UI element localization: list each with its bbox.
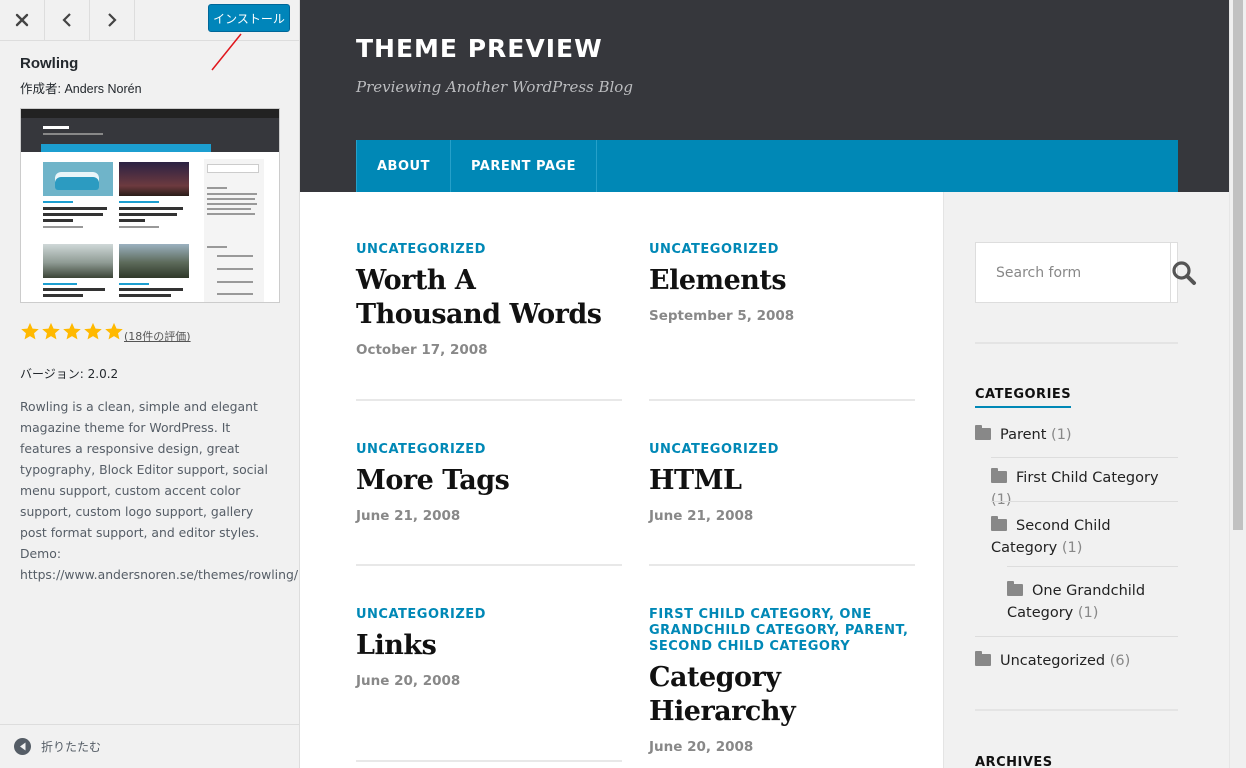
post-divider	[649, 564, 915, 566]
theme-description: Rowling is a clean, simple and elegant m…	[20, 399, 298, 582]
post-card: UNCATEGORIZED Links June 20, 2008	[356, 607, 622, 689]
archives-widget-title: ARCHIVES	[975, 755, 1053, 768]
post-date: June 21, 2008	[356, 508, 461, 524]
theme-preview-frame: THEME PREVIEW Previewing Another WordPre…	[300, 0, 1246, 768]
star-icon	[42, 322, 60, 340]
post-date: October 17, 2008	[356, 342, 488, 358]
post-card: FIRST CHILD CATEGORY, ONE GRANDCHILD CAT…	[649, 607, 919, 755]
site-header: THEME PREVIEW Previewing Another WordPre…	[300, 0, 1229, 192]
category-count: (1)	[1061, 540, 1083, 556]
post-title-link[interactable]: Elements	[649, 264, 915, 298]
post-category-link[interactable]: UNCATEGORIZED	[649, 442, 915, 458]
nav-item-about[interactable]: ABOUT	[356, 140, 450, 192]
category-item-uncategorized[interactable]: Uncategorized (6)	[975, 650, 1178, 672]
category-name[interactable]: Parent	[1000, 427, 1046, 443]
annotation-arrow-line	[211, 33, 242, 71]
category-count: (1)	[991, 492, 1012, 508]
star-icon	[105, 322, 123, 340]
site-description: Previewing Another WordPress Blog	[356, 78, 633, 96]
post-category-link[interactable]: UNCATEGORIZED	[649, 242, 915, 258]
category-divider	[975, 636, 1178, 637]
post-title-link[interactable]: More Tags	[356, 464, 622, 498]
post-divider	[356, 399, 622, 401]
post-title-link[interactable]: Category Hierarchy	[649, 661, 919, 729]
theme-screenshot	[20, 108, 280, 303]
chevron-left-icon	[62, 13, 71, 27]
theme-name: Rowling	[20, 55, 79, 72]
post-category-link[interactable]: UNCATEGORIZED	[356, 242, 622, 258]
post-divider	[649, 399, 915, 401]
category-name[interactable]: Second Child Category	[991, 518, 1111, 556]
site-title[interactable]: THEME PREVIEW	[356, 34, 603, 63]
search-button[interactable]	[1171, 243, 1197, 302]
category-item-grandchild[interactable]: One Grandchild Category (1)	[1007, 580, 1178, 624]
rating-count-link[interactable]: (18件の評価)	[124, 328, 191, 344]
theme-author: 作成者: Anders Norén	[20, 82, 142, 96]
collapse-sidebar-button[interactable]: 折りたたむ	[0, 724, 299, 768]
panel-header: インストール	[0, 0, 299, 41]
preview-scrollbar[interactable]	[1229, 0, 1246, 768]
category-divider	[1007, 566, 1178, 567]
close-button[interactable]	[0, 0, 45, 40]
rating-stars	[20, 322, 124, 341]
next-theme-button[interactable]	[90, 0, 135, 40]
category-name[interactable]: First Child Category	[1016, 470, 1159, 486]
post-title-link[interactable]: Links	[356, 629, 622, 663]
post-card: UNCATEGORIZED HTML June 21, 2008	[649, 442, 915, 524]
collapse-arrow-icon	[14, 738, 31, 755]
folder-icon	[1007, 581, 1023, 596]
scrollbar-thumb[interactable]	[1233, 0, 1243, 530]
post-title-link[interactable]: Worth A Thousand Words	[356, 264, 622, 332]
folder-icon	[975, 425, 991, 440]
widget-divider	[975, 709, 1178, 711]
install-button[interactable]: インストール	[208, 4, 290, 32]
customizer-panel: インストール Rowling 作成者: Anders Norén (18件の評価…	[0, 0, 300, 768]
post-date: June 20, 2008	[649, 739, 754, 755]
post-date: June 21, 2008	[649, 508, 754, 524]
post-divider	[356, 760, 622, 762]
search-input[interactable]	[976, 243, 1171, 302]
folder-icon	[991, 516, 1007, 531]
post-title-link[interactable]: HTML	[649, 464, 915, 498]
category-count: (1)	[1077, 605, 1099, 621]
star-icon	[63, 322, 81, 340]
post-category-link[interactable]: UNCATEGORIZED	[356, 607, 622, 623]
nav-item-parent-page[interactable]: PARENT PAGE	[449, 140, 597, 192]
post-category-link[interactable]: UNCATEGORIZED	[356, 442, 622, 458]
star-icon	[21, 322, 39, 340]
star-icon	[84, 322, 102, 340]
category-divider	[991, 457, 1178, 458]
post-date: September 5, 2008	[649, 308, 795, 324]
chevron-right-icon	[108, 13, 117, 27]
categories-widget-title: CATEGORIES	[975, 387, 1072, 408]
post-card: UNCATEGORIZED More Tags June 21, 2008	[356, 442, 622, 524]
close-icon	[15, 13, 29, 27]
primary-navigation: ABOUT PARENT PAGE	[356, 140, 1178, 192]
category-item-first-child[interactable]: First Child Category (1)	[991, 467, 1178, 511]
post-category-link[interactable]: FIRST CHILD CATEGORY, ONE GRANDCHILD CAT…	[649, 607, 919, 655]
category-count: (1)	[1051, 427, 1072, 443]
category-item-parent[interactable]: Parent (1)	[975, 424, 1178, 446]
post-card: UNCATEGORIZED Elements September 5, 2008	[649, 242, 915, 324]
category-count: (6)	[1109, 653, 1131, 669]
post-divider	[356, 564, 622, 566]
search-widget	[975, 242, 1196, 303]
previous-theme-button[interactable]	[45, 0, 90, 40]
folder-icon	[975, 651, 991, 666]
theme-version: バージョン: 2.0.2	[20, 367, 119, 381]
collapse-label: 折りたたむ	[41, 740, 102, 754]
folder-icon	[991, 468, 1007, 483]
post-card: UNCATEGORIZED Worth A Thousand Words Oct…	[356, 242, 622, 358]
search-icon	[1172, 260, 1196, 285]
post-date: June 20, 2008	[356, 673, 461, 689]
category-item-second-child[interactable]: Second Child Category (1)	[991, 515, 1178, 559]
category-name[interactable]: Uncategorized	[1000, 653, 1105, 669]
category-name[interactable]: One Grandchild Category	[1007, 583, 1145, 621]
category-divider	[991, 501, 1178, 502]
widget-divider	[975, 342, 1178, 344]
